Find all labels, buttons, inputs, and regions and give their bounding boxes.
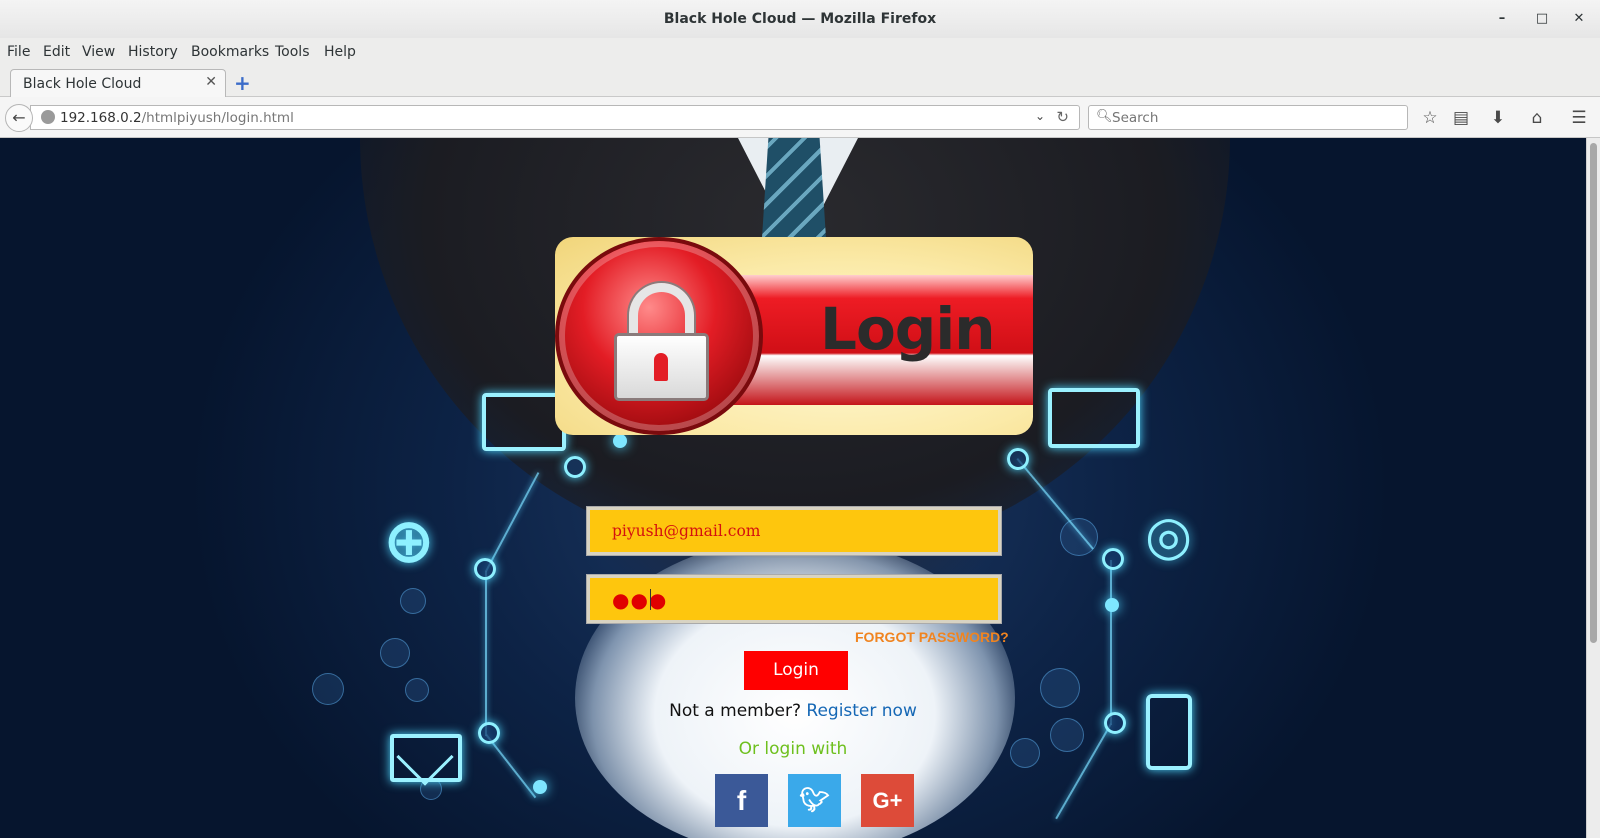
menu-file[interactable]: File [7,44,30,60]
maximize-button[interactable]: □ [1532,9,1552,29]
site-identity-icon[interactable] [41,110,55,124]
network-dot [1105,598,1119,612]
window-title: Black Hole Cloud — Mozilla Firefox [663,11,937,27]
url-dropdown-icon[interactable]: ⌄ [1035,109,1045,123]
twitter-login-button[interactable]: 🐦︎ [788,774,841,827]
browser-window: Black Hole Cloud — Mozilla Firefox – □ ✕… [0,0,1600,838]
wifi-tower-icon: ◎ [1145,504,1193,567]
download-icon[interactable]: ⬇︎ [1487,107,1509,129]
bokeh-circle [1060,518,1098,556]
password-field[interactable]: ●●● [587,575,1001,623]
text-caret [650,589,651,610]
search-input[interactable] [1112,109,1392,127]
network-dot [613,434,627,448]
network-node [564,456,586,478]
not-member-text: Not a member? [669,701,801,721]
register-link[interactable]: Register now [806,701,916,721]
page-scrollbar[interactable] [1586,138,1600,838]
scrollbar-thumb[interactable] [1590,143,1597,643]
network-line [485,472,540,572]
new-tab-button[interactable]: + [234,71,251,95]
zoom-plus-icon: ⊕ [383,504,435,577]
email-field-wrapper [587,507,1001,555]
title-bar: Black Hole Cloud — Mozilla Firefox – □ ✕ [0,0,1600,38]
home-icon[interactable]: ⌂ [1526,107,1548,129]
url-host: 192.168.0.2 [60,110,142,126]
network-node [1102,548,1124,570]
tie-background [762,138,826,238]
page-content: ⊕ ◎ Login ●●● FORGOT PASSWORD? Login Not… [0,138,1586,838]
tab-bar: Black Hole Cloud ✕ + [0,66,1600,98]
menu-icon[interactable]: ☰ [1568,107,1590,129]
lock-badge [555,237,763,435]
facebook-icon: f [736,785,747,816]
tab-title: Black Hole Cloud [23,76,142,92]
menu-edit[interactable]: Edit [43,44,70,60]
url-text[interactable]: 192.168.0.2/htmlpiyush/login.html [60,110,294,126]
bookmark-star-icon[interactable]: ☆ [1419,107,1441,129]
menu-help[interactable]: Help [324,44,356,60]
google-plus-login-button[interactable]: G+ [861,774,914,827]
keyhole-icon [654,353,668,381]
bokeh-circle [400,588,426,614]
reload-icon[interactable]: ↻ [1056,108,1069,126]
url-bar[interactable]: 192.168.0.2/htmlpiyush/login.html ⌄ ↻ [30,105,1080,130]
member-prompt: Not a member? Register now [0,701,1586,721]
search-bar[interactable]: 🔍︎ [1088,105,1408,130]
email-field[interactable] [590,510,998,552]
menu-bar: File Edit View History Bookmarks Tools H… [0,38,1600,66]
forgot-password-link[interactable]: FORGOT PASSWORD? [855,629,1009,645]
back-button[interactable]: ← [5,104,33,132]
facebook-login-button[interactable]: f [715,774,768,827]
bokeh-circle [405,678,429,702]
navigation-bar: 192.168.0.2/htmlpiyush/login.html ⌄ ↻ ← … [0,97,1600,138]
menu-bookmarks[interactable]: Bookmarks [191,44,269,60]
menu-tools[interactable]: Tools [275,44,310,60]
monitor-icon [1048,388,1140,448]
twitter-icon: 🐦︎ [799,787,830,814]
search-icon: 🔍︎ [1096,109,1113,124]
tab-black-hole-cloud[interactable]: Black Hole Cloud ✕ [10,69,226,98]
network-node [474,558,496,580]
network-dot [533,780,547,794]
close-window-button[interactable]: ✕ [1569,9,1589,29]
tab-close-icon[interactable]: ✕ [205,74,217,90]
banner-login-text: Login [820,295,995,363]
menu-view[interactable]: View [82,44,115,60]
network-node [1007,448,1029,470]
login-banner: Login [555,237,1033,435]
menu-history[interactable]: History [128,44,178,60]
bokeh-circle [380,638,410,668]
password-mask: ●●● [612,588,668,612]
reading-list-icon[interactable]: ▤ [1450,107,1472,129]
google-plus-icon: G+ [872,788,903,813]
back-arrow-icon: ← [12,108,26,127]
monitor-icon [482,393,566,451]
url-path: /htmlpiyush/login.html [141,110,294,126]
login-button[interactable]: Login [744,651,848,690]
or-login-with-label: Or login with [738,739,848,759]
minimize-button[interactable]: – [1492,9,1512,29]
